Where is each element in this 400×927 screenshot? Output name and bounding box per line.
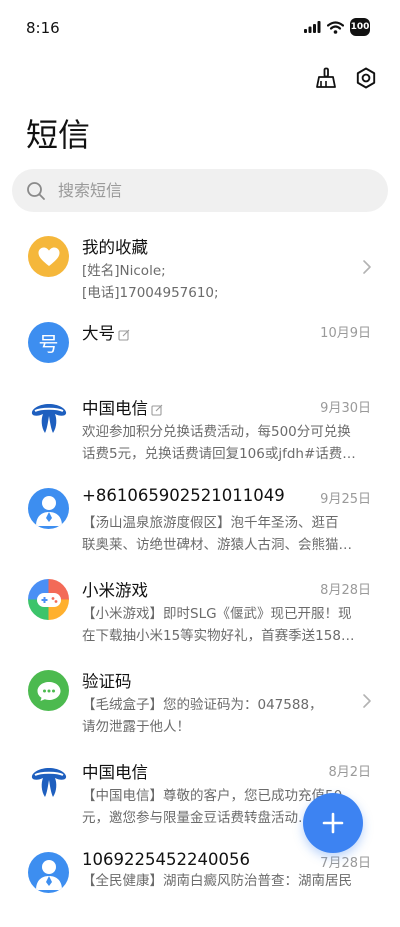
conversation-name-text: 中国电信 <box>82 399 148 418</box>
conversation-name: +8610659025210110​49 <box>82 486 285 505</box>
conversation-date: 8月2日 <box>328 765 371 780</box>
conversation-name: 验证码 <box>82 672 132 691</box>
status-bar: 8:16 100 <box>0 0 400 56</box>
edit-draft-icon <box>118 329 130 341</box>
conversation-preview-line1: [姓名]Nicole; <box>82 263 166 279</box>
avatar <box>28 488 69 529</box>
search-input[interactable] <box>56 180 360 201</box>
signal-icon <box>304 21 321 33</box>
conversation-name: 中国电信 <box>82 763 148 782</box>
avatar <box>28 579 69 620</box>
battery-icon: 100 <box>350 18 370 36</box>
conversation-preview-line1: 【小米游戏】即时SLG《偃武》现已开服！现 <box>82 606 352 622</box>
avatar-glyph: 号 <box>38 332 59 356</box>
conversation-date: 8月28日 <box>320 583 371 598</box>
conversation-preview-line2: 请勿泄露于他人！ <box>82 719 190 735</box>
chat-bubble-icon <box>37 681 60 701</box>
conversation-name: 小米游戏 <box>82 581 148 600</box>
conversation-preview-line2: 联奥莱、访绝世碑材、游猿人古洞、会熊猫… <box>82 537 352 553</box>
conversation-name: 我的收藏 <box>82 238 148 257</box>
gamepad-icon <box>36 592 61 607</box>
conversation-preview-line1: 欢迎参加积分兑换话费活动，每500分可兑换 <box>82 424 351 440</box>
person-icon <box>35 495 62 526</box>
chevron-right-icon <box>363 260 371 274</box>
status-time: 8:16 <box>26 19 60 37</box>
heart-icon <box>38 247 59 266</box>
conversation-item[interactable]: 中国电信 9月30日 欢迎参加积分兑换话费活动，每500分可兑换 话费5元，兑换… <box>0 386 400 477</box>
china-telecom-logo <box>31 403 66 433</box>
avatar <box>28 397 69 438</box>
conversation-item[interactable]: +8610659025210110​49 9月25日 【汤山温泉旅游度假区】泡千… <box>0 477 400 568</box>
conversation-name: 中国电信 <box>82 395 163 419</box>
conversation-item[interactable]: 号 大号 10月9日 <box>0 311 400 386</box>
top-actions <box>314 66 378 90</box>
status-icons: 100 <box>304 18 370 36</box>
search-icon <box>27 181 45 200</box>
conversation-preview-line1: 【全民健康】湖南白癜风防治普查：湖南居民 <box>82 873 352 889</box>
conversation-item[interactable]: 1069225452240056 7月28日 【全民健康】湖南白癜风防治普查：湖… <box>0 841 400 927</box>
conversation-item-verification-code[interactable]: 验证码 【毛绒盒子】您的验证码为：047588， 请勿泄露于他人！ <box>0 659 400 750</box>
edit-draft-icon <box>151 404 163 416</box>
avatar <box>28 761 69 802</box>
chevron-right-icon <box>363 694 371 708</box>
broom-icon <box>316 67 336 88</box>
settings-button[interactable] <box>354 66 378 90</box>
settings-icon <box>356 67 376 89</box>
conversation-name: 大号 <box>82 320 130 344</box>
avatar <box>28 236 69 277</box>
conversation-preview-line2: [电话]17004957610; <box>82 285 219 301</box>
conversation-date: 10月9日 <box>320 326 371 341</box>
conversation-item[interactable]: 小米游戏 8月28日 【小米游戏】即时SLG《偃武》现已开服！现 在下载抽小米1… <box>0 568 400 659</box>
conversation-name: 1069225452240056 <box>82 850 250 869</box>
conversation-name-text: 大号 <box>82 324 115 343</box>
battery-level: 100 <box>350 22 370 32</box>
avatar <box>28 670 69 711</box>
search-bar[interactable] <box>12 169 388 212</box>
conversation-preview-line2: 在下载抽小米15等实物好礼，首赛季送158… <box>82 628 355 644</box>
conversation-date: 9月25日 <box>320 492 371 507</box>
new-message-button[interactable] <box>303 793 363 853</box>
conversation-preview-line1: 【毛绒盒子】您的验证码为：047588， <box>82 697 323 713</box>
wifi-icon <box>327 20 344 34</box>
person-icon <box>35 859 62 890</box>
avatar <box>28 852 69 893</box>
plus-icon <box>322 812 344 834</box>
conversation-preview-line2: 话费5元，兑换话费请回复106或jfdh#话费… <box>82 446 356 462</box>
conversation-date: 9月30日 <box>320 401 371 416</box>
conversation-item-favorites[interactable]: 我的收藏 [姓名]Nicole; [电话]17004957610; <box>0 225 400 311</box>
avatar: 号 <box>28 322 69 363</box>
china-telecom-logo <box>31 767 66 797</box>
page-title: 短信 <box>26 116 91 154</box>
clean-broom-button[interactable] <box>314 66 338 90</box>
conversation-preview-line1: 【汤山温泉旅游度假区】泡千年圣汤、逛百 <box>82 515 339 531</box>
